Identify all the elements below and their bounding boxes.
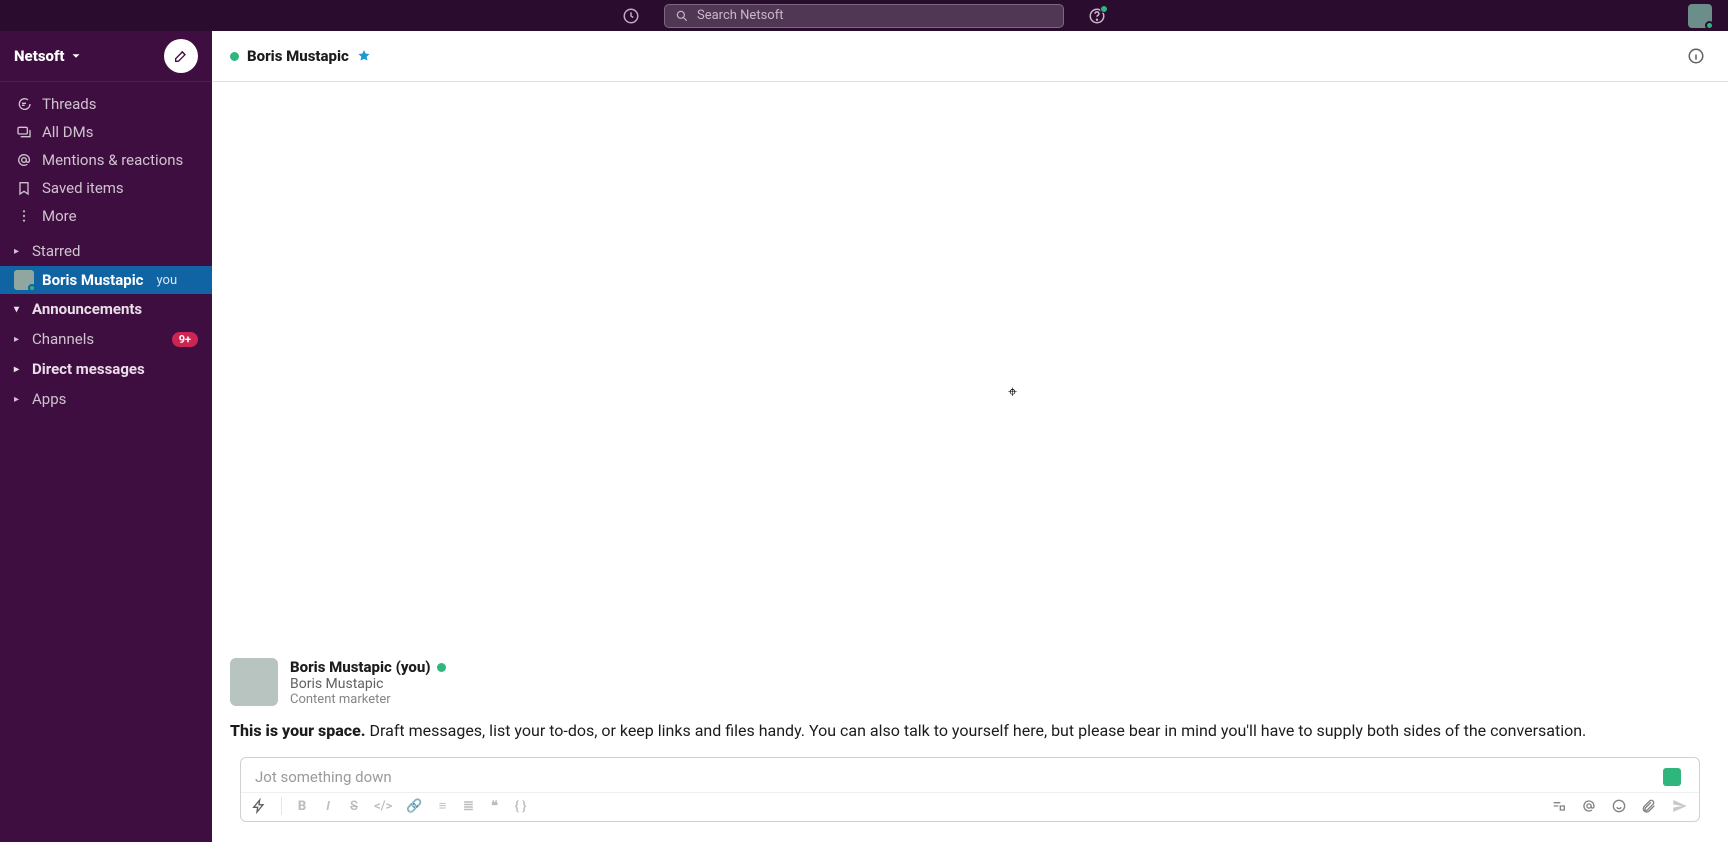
mention-icon[interactable]	[1581, 798, 1597, 814]
sidebar: Netsoft Threads All DMs Ment	[0, 31, 212, 842]
avatar	[14, 270, 34, 290]
star-icon[interactable]	[357, 49, 371, 63]
presence-dot	[230, 52, 239, 61]
composer-placeholder: Jot something down	[255, 768, 1663, 786]
code-icon[interactable]: </>	[374, 799, 392, 814]
sidebar-item-label: Saved items	[42, 179, 124, 197]
caret-right-icon: ▸	[14, 394, 24, 405]
caret-down-icon: ▾	[14, 304, 24, 315]
strikethrough-icon[interactable]: S	[348, 799, 360, 814]
workspace-name: Netsoft	[14, 47, 65, 65]
self-dm-tag: you	[157, 273, 178, 288]
sidebar-item-more[interactable]: More	[0, 202, 212, 230]
dms-icon	[16, 124, 32, 140]
intro-role: Content marketer	[290, 692, 446, 707]
section-label: Direct messages	[32, 360, 145, 378]
help-icon[interactable]	[1088, 7, 1106, 25]
intro-lead: This is your space.	[230, 721, 366, 740]
threads-icon	[16, 96, 32, 112]
more-icon	[16, 208, 32, 224]
sidebar-item-label: More	[42, 207, 77, 225]
intro-real-name: Boris Mustapic	[290, 676, 446, 692]
italic-icon[interactable]: I	[322, 799, 334, 814]
cursor-icon: ⌖	[1008, 382, 1017, 402]
caret-right-icon: ▸	[14, 334, 24, 345]
sidebar-item-label: Mentions & reactions	[42, 151, 183, 169]
section-label: Announcements	[32, 300, 142, 318]
sidebar-item-saved[interactable]: Saved items	[0, 174, 212, 202]
code-block-icon[interactable]: { }	[515, 799, 527, 814]
avatar[interactable]	[230, 658, 278, 706]
search-input[interactable]: Search Netsoft	[664, 4, 1064, 28]
search-placeholder: Search Netsoft	[697, 8, 783, 23]
chevron-down-icon	[69, 49, 83, 63]
composer-status-chip[interactable]	[1663, 768, 1681, 786]
section-label: Starred	[32, 242, 80, 260]
sidebar-item-label: All DMs	[42, 123, 93, 141]
help-notification-dot	[1100, 5, 1108, 13]
sidebar-section-announcements[interactable]: ▾ Announcements	[0, 294, 212, 324]
sidebar-item-label: Threads	[42, 95, 96, 113]
history-icon[interactable]	[622, 7, 640, 25]
sidebar-item-all-dms[interactable]: All DMs	[0, 118, 212, 146]
bold-icon[interactable]: B	[296, 799, 308, 814]
intro-display-name: Boris Mustapic (you)	[290, 658, 431, 676]
sidebar-item-mentions[interactable]: Mentions & reactions	[0, 146, 212, 174]
unread-badge: 9+	[172, 332, 198, 347]
top-bar: Search Netsoft	[0, 0, 1728, 31]
intro-rest: Draft messages, list your to-dos, or kee…	[370, 721, 1587, 740]
blockquote-icon[interactable]: ❝	[489, 799, 501, 814]
section-label: Apps	[32, 390, 66, 408]
workspace-header[interactable]: Netsoft	[0, 31, 212, 82]
self-dm-name: Boris Mustapic	[42, 271, 144, 289]
bulleted-list-icon[interactable]: ≣	[463, 799, 475, 814]
self-intro-block: Boris Mustapic (you) Boris Mustapic Cont…	[230, 658, 1710, 707]
message-area: ⌖ Boris Mustapic (you) Boris Mustapic Co…	[212, 82, 1728, 842]
link-icon[interactable]: 🔗	[406, 799, 422, 814]
toolbar-separator	[281, 797, 282, 815]
shortcuts-icon[interactable]	[251, 798, 267, 814]
emoji-icon[interactable]	[1611, 798, 1627, 814]
attach-icon[interactable]	[1641, 798, 1657, 814]
composer-input[interactable]: Jot something down	[241, 758, 1699, 792]
details-icon[interactable]	[1682, 42, 1710, 70]
sidebar-section-starred[interactable]: ▸ Starred	[0, 236, 212, 266]
caret-right-icon: ▸	[14, 246, 24, 257]
channel-title[interactable]: Boris Mustapic	[247, 47, 349, 65]
ordered-list-icon[interactable]: ≡	[437, 798, 449, 814]
sidebar-item-threads[interactable]: Threads	[0, 90, 212, 118]
sidebar-section-direct-messages[interactable]: ▸ Direct messages	[0, 354, 212, 384]
bookmark-icon	[16, 180, 32, 196]
composer-toolbar: B I S </> 🔗 ≡ ≣ ❝ { }	[241, 792, 1699, 821]
section-label: Channels	[32, 330, 94, 348]
sidebar-section-channels[interactable]: ▸ Channels 9+	[0, 324, 212, 354]
sidebar-self-dm[interactable]: Boris Mustapic you	[0, 266, 212, 294]
mentions-icon	[16, 152, 32, 168]
channel-header: Boris Mustapic	[212, 31, 1728, 82]
caret-right-icon: ▸	[14, 364, 24, 375]
format-icon[interactable]	[1551, 798, 1567, 814]
presence-dot	[28, 284, 36, 292]
presence-dot	[437, 663, 446, 672]
user-avatar[interactable]	[1688, 4, 1712, 28]
intro-description: This is your space. Draft messages, list…	[230, 719, 1710, 743]
compose-button[interactable]	[164, 39, 198, 73]
sidebar-section-apps[interactable]: ▸ Apps	[0, 384, 212, 414]
presence-dot	[1705, 21, 1714, 30]
main-pane: Boris Mustapic ⌖ Boris Mustapic (you)	[212, 31, 1728, 842]
message-composer: Jot something down B I S </>	[240, 757, 1700, 822]
send-icon[interactable]	[1671, 797, 1689, 815]
